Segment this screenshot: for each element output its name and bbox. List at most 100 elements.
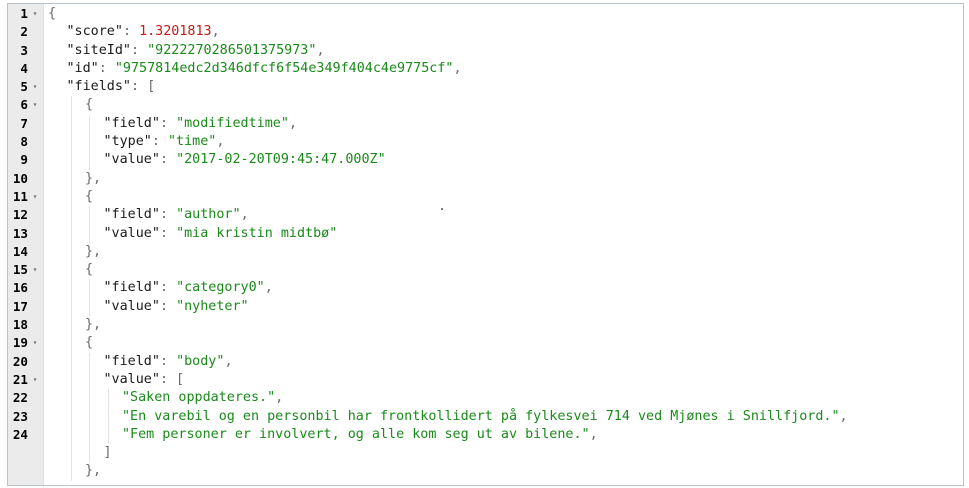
- indent-guide: [89, 114, 90, 134]
- line-number: 10: [12, 170, 28, 186]
- line-number: 24: [12, 426, 28, 442]
- code-text: "value": "nyheter": [104, 298, 249, 316]
- code-area[interactable]: 1 ▾{2 "score": 1.3201813, 3 "siteId": "92222…: [8, 5, 963, 481]
- code-line[interactable]: 10},: [8, 169, 963, 188]
- json-punctuation: ,: [288, 115, 297, 131]
- code-line[interactable]: 13 "value": "mia kristin midtbø": [8, 224, 963, 243]
- code-line[interactable]: 21 ▾ "value": [: [8, 370, 963, 390]
- json-string: "Saken oppdateres.": [122, 390, 276, 406]
- json-punctuation: ,: [264, 280, 273, 296]
- code-line[interactable]: 12 "field": "author",: [8, 206, 963, 225]
- code-line[interactable]: 9 "value": "2017-02-20T09:45:47.000Z": [8, 151, 963, 170]
- line-number: 18: [12, 317, 28, 333]
- line-number: 21: [12, 371, 28, 387]
- code-line[interactable]: 24 "Fem personer er involvert, og alle ko…: [8, 425, 963, 445]
- json-punctuation: ,: [216, 134, 225, 150]
- indent-guide: [70, 316, 72, 335]
- fold-arrow-icon[interactable]: ▾: [30, 261, 40, 279]
- fold-arrow-icon[interactable]: ▾: [30, 371, 40, 389]
- code-line[interactable]: 2 "score": 1.3201813,: [8, 23, 963, 41]
- indent-guide: [70, 261, 72, 280]
- indent-guide: [70, 444, 72, 463]
- code-text: {: [85, 261, 93, 279]
- code-line[interactable]: 1 ▾ {: [8, 5, 963, 23]
- code-text: ]: [104, 444, 112, 462]
- code-line[interactable]: 3 "siteId": "9222270286501375973",: [8, 42, 963, 60]
- code-line[interactable]: 18},: [8, 316, 963, 335]
- line-number: 19: [12, 335, 28, 351]
- json-punctuation: {: [85, 97, 94, 113]
- fold-arrow-icon[interactable]: ▾: [30, 188, 40, 206]
- code-text: "score": 1.3201813,: [67, 23, 220, 41]
- indent-guide: [70, 279, 72, 298]
- code-line[interactable]: 7 "field": "modifiedtime",: [8, 114, 963, 134]
- indent-guide: [70, 96, 72, 115]
- json-punctuation: ,: [224, 353, 233, 369]
- json-punctuation: :: [159, 353, 177, 369]
- code-line[interactable]: 5 ▾ "fields": [: [8, 78, 963, 96]
- indent-guide: [70, 206, 72, 225]
- indent-guide: [89, 370, 90, 390]
- code-text: {: [48, 5, 56, 23]
- json-code-editor[interactable]: 1 ▾{2 "score": 1.3201813, 3 "siteId": "92222…: [7, 3, 964, 486]
- code-text: "siteId": "9222270286501375973",: [67, 42, 325, 60]
- code-line[interactable]: 11 ▾ {: [8, 187, 963, 207]
- code-text: "field": "body",: [104, 353, 233, 371]
- line-number: 9: [20, 152, 28, 168]
- json-punctuation: :: [159, 225, 177, 241]
- code-line[interactable]: 15 ▾ {: [8, 261, 963, 280]
- code-line[interactable]: },: [8, 462, 963, 481]
- line-number: 22: [12, 390, 28, 406]
- code-text: },: [85, 243, 101, 261]
- json-key: "value": [103, 225, 160, 241]
- fold-arrow-icon[interactable]: ▾: [30, 334, 40, 352]
- code-line[interactable]: 14},: [8, 242, 963, 262]
- code-text: "type": "time",: [104, 133, 225, 151]
- json-punctuation: :: [98, 60, 115, 76]
- code-line[interactable]: 6 ▾ {: [8, 96, 963, 115]
- json-key: "id": [66, 60, 99, 76]
- json-punctuation: :: [122, 24, 140, 40]
- code-line[interactable]: 16 "field": "category0",: [8, 279, 963, 298]
- indent-guide: [89, 151, 90, 170]
- json-punctuation: {: [48, 6, 57, 21]
- line-number: 20: [12, 353, 28, 369]
- indent-guide: [89, 407, 90, 426]
- line-number: 16: [12, 280, 28, 296]
- json-string: "time": [168, 134, 217, 150]
- json-punctuation: :: [159, 115, 177, 131]
- indent-guide: [89, 389, 90, 408]
- code-text: },: [85, 462, 101, 480]
- indent-guide: [70, 352, 72, 371]
- json-punctuation: {: [85, 335, 94, 351]
- line-number: 7: [20, 115, 28, 131]
- indent-guide: [89, 206, 90, 225]
- code-line[interactable]: ]: [8, 444, 963, 463]
- code-line[interactable]: 8 "type": "time",: [8, 133, 963, 152]
- json-key: "field": [103, 353, 160, 369]
- code-text: "Saken oppdateres.",: [122, 389, 283, 407]
- indent-guide: [70, 114, 72, 134]
- json-punctuation: :: [131, 42, 148, 58]
- fold-arrow-icon[interactable]: ▾: [30, 5, 40, 23]
- fold-arrow-icon[interactable]: ▾: [30, 96, 40, 114]
- line-number: 13: [12, 225, 28, 241]
- json-number: 1.3201813: [139, 24, 212, 40]
- indent-guide: [107, 425, 109, 445]
- json-punctuation: {: [85, 188, 94, 204]
- code-line[interactable]: 17 "value": "nyheter": [8, 297, 963, 317]
- code-line[interactable]: 23 "En varebil og en personbil har frontk…: [8, 407, 963, 426]
- code-line[interactable]: 4 "id": "9757814edc2d346dfcf6f54e349f404c…: [8, 60, 963, 78]
- code-line[interactable]: 19 ▾ {: [8, 334, 963, 353]
- fold-arrow-icon[interactable]: ▾: [30, 78, 40, 96]
- json-key: "field": [103, 280, 160, 296]
- indent-guide: [70, 389, 72, 408]
- code-text: },: [85, 170, 101, 188]
- indent-guide: [70, 151, 72, 170]
- line-number: 15: [12, 262, 28, 278]
- json-punctuation: ,: [316, 42, 325, 58]
- code-line[interactable]: 22 "Saken oppdateres.",: [8, 389, 963, 408]
- code-line[interactable]: 20 "field": "body",: [8, 352, 963, 371]
- json-string: "body": [176, 353, 225, 369]
- json-key: "score": [66, 24, 123, 40]
